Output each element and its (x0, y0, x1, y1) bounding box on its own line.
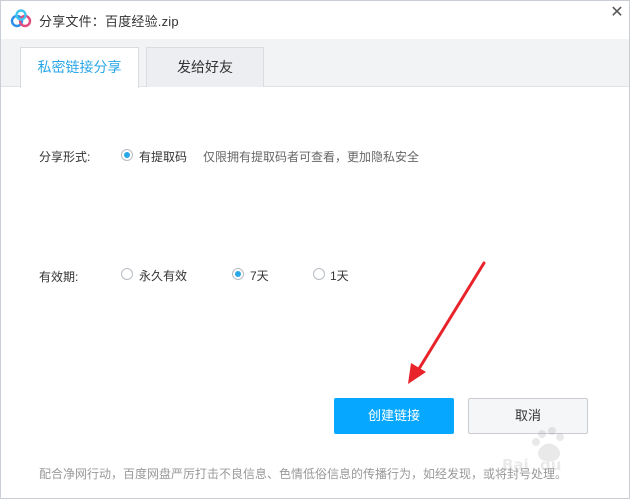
share-dialog: 分享文件：百度经验.zip ✕ 私密链接分享 发给好友 分享形式: 有提取码 仅… (0, 0, 630, 499)
radio-with-extraction-code[interactable] (121, 149, 133, 161)
radio-validity-1-day-label[interactable]: 1天 (330, 267, 349, 284)
radio-validity-1-day[interactable] (313, 268, 325, 280)
create-link-button[interactable]: 创建链接 (334, 398, 454, 434)
share-form-hint: 仅限拥有提取码者可查看，更加隐私安全 (203, 150, 420, 164)
title-bar: 分享文件：百度经验.zip ✕ (1, 1, 629, 39)
close-icon[interactable]: ✕ (607, 3, 627, 23)
tab-send-to-friend[interactable]: 发给好友 (146, 47, 264, 87)
radio-with-extraction-code-label[interactable]: 有提取码 (139, 148, 187, 165)
baidu-netdisk-logo-icon (10, 9, 32, 28)
radio-validity-7-days-label[interactable]: 7天 (250, 267, 269, 284)
validity-label: 有效期: (39, 270, 79, 284)
cancel-button[interactable]: 取消 (468, 398, 588, 434)
radio-validity-permanent-label[interactable]: 永久有效 (139, 267, 187, 284)
radio-validity-7-days[interactable] (232, 268, 244, 280)
tab-private-link[interactable]: 私密链接分享 (20, 47, 139, 88)
footer-notice: 配合净网行动，百度网盘严厉打击不良信息、色情低俗信息的传播行为，如经发现，或将封… (39, 467, 568, 481)
dialog-title: 分享文件：百度经验.zip (39, 14, 179, 29)
radio-validity-permanent[interactable] (121, 268, 133, 280)
tab-bar: 私密链接分享 发给好友 (1, 39, 629, 88)
share-form-label: 分享形式: (39, 150, 91, 164)
